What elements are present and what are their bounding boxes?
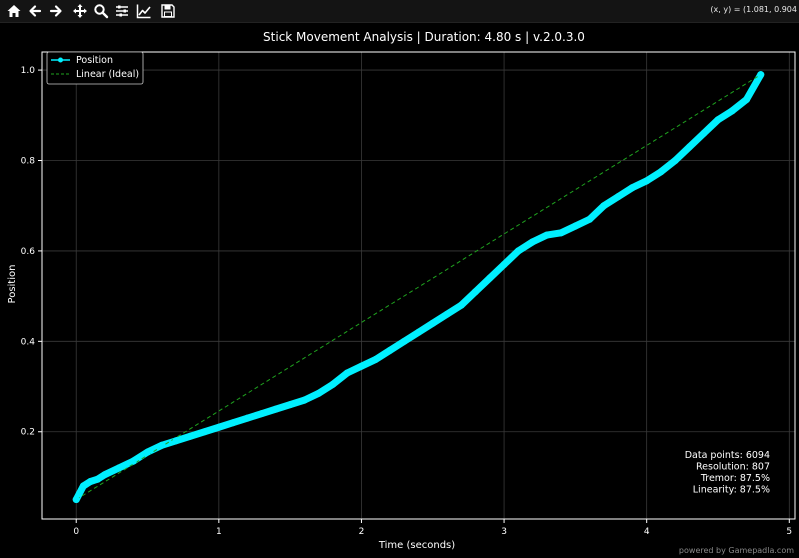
save-icon[interactable]	[158, 1, 178, 21]
x-tick-label: 0	[73, 527, 79, 537]
position-point	[158, 441, 166, 449]
position-point	[600, 202, 608, 210]
position-point	[300, 396, 308, 404]
axes-edit-icon[interactable]	[134, 1, 154, 21]
forward-arrow-icon[interactable]	[46, 1, 66, 21]
coords-readout: (x, y) = (1.081, 0.904	[710, 5, 797, 14]
legend-linear-label: Linear (Ideal)	[76, 69, 139, 80]
position-point	[144, 448, 152, 456]
position-point	[757, 71, 765, 79]
position-point	[101, 471, 109, 479]
watermark: powered by Gamepadla.com	[678, 546, 794, 555]
position-point	[557, 229, 565, 237]
y-axis-label: Position	[7, 265, 18, 304]
position-point	[671, 156, 679, 164]
position-point	[457, 301, 465, 309]
position-point	[329, 380, 337, 388]
chart[interactable]: 0 1 2 3 4 5 0.2 0.4 0.6 0.8 1.0 Stick Movement An…	[0, 22, 799, 558]
position-point	[215, 423, 223, 431]
position-point	[415, 328, 422, 336]
position-point	[443, 310, 451, 318]
position-point	[243, 414, 251, 422]
x-ticks: 0 1 2 3 4 5	[73, 519, 792, 537]
position-point	[94, 475, 102, 483]
x-tick-label: 2	[359, 527, 365, 537]
position-point	[685, 143, 693, 151]
y-tick-label: 0.8	[21, 156, 36, 166]
position-point	[315, 389, 323, 397]
stats-line: Tremor: 87.5%	[700, 473, 770, 484]
position-point	[286, 401, 294, 409]
position-point	[486, 274, 494, 282]
toolbar: (x, y) = (1.081, 0.904	[0, 0, 799, 23]
position-point	[614, 193, 622, 201]
stats-box: Data points: 6094Resolution: 807Tremor: …	[685, 450, 770, 496]
position-point	[500, 260, 508, 268]
position-point	[643, 177, 651, 185]
y-tick-label: 0.4	[21, 337, 36, 347]
position-point	[201, 428, 209, 436]
position-point	[529, 238, 537, 246]
position-point	[400, 337, 408, 345]
stats-line: Resolution: 807	[696, 462, 770, 473]
pan-icon[interactable]	[70, 1, 90, 21]
position-point	[728, 107, 736, 115]
back-arrow-icon[interactable]	[25, 1, 45, 21]
position-point	[514, 247, 522, 255]
x-tick-label: 3	[501, 527, 507, 537]
position-point	[115, 464, 123, 472]
series-layer	[72, 71, 765, 504]
position-point	[72, 496, 80, 504]
y-tick-label: 0.2	[21, 428, 35, 438]
y-tick-label: 1.0	[21, 66, 36, 76]
position-point	[272, 405, 280, 413]
position-point	[229, 419, 237, 427]
position-point	[586, 215, 594, 223]
position-point	[386, 346, 394, 354]
position-point	[700, 129, 708, 137]
position-point	[79, 482, 87, 490]
legend-position-label: Position	[76, 55, 113, 66]
position-point	[429, 319, 437, 327]
position-point	[258, 410, 266, 418]
y-tick-label: 0.6	[21, 247, 36, 257]
position-point	[357, 362, 365, 370]
home-icon[interactable]	[4, 1, 24, 21]
position-point	[343, 369, 351, 377]
position-point	[86, 477, 94, 485]
position-point	[129, 457, 137, 465]
position-point	[743, 95, 751, 103]
x-tick-label: 5	[786, 527, 792, 537]
x-axis-label: Time (seconds)	[378, 540, 455, 551]
chart-title: Stick Movement Analysis | Duration: 4.80…	[263, 30, 585, 44]
position-point	[372, 355, 380, 363]
position-point	[628, 184, 636, 192]
position-point	[543, 231, 551, 239]
legend-position-marker	[58, 57, 63, 63]
position-point	[172, 437, 180, 445]
legend: Position Linear (Ideal)	[46, 51, 144, 85]
position-point	[714, 116, 722, 124]
x-tick-label: 4	[644, 527, 650, 537]
zoom-icon[interactable]	[91, 1, 111, 21]
stats-line: Linearity: 87.5%	[693, 485, 770, 496]
stats-line: Data points: 6094	[685, 450, 770, 461]
y-ticks: 0.2 0.4 0.6 0.8 1.0	[21, 66, 42, 438]
linear-ideal-line	[75, 74, 762, 500]
position-point	[186, 432, 194, 440]
position-point	[657, 168, 665, 176]
position-point	[472, 288, 480, 296]
x-tick-label: 1	[216, 527, 222, 537]
subplots-config-icon[interactable]	[112, 1, 132, 21]
position-point	[571, 222, 579, 230]
